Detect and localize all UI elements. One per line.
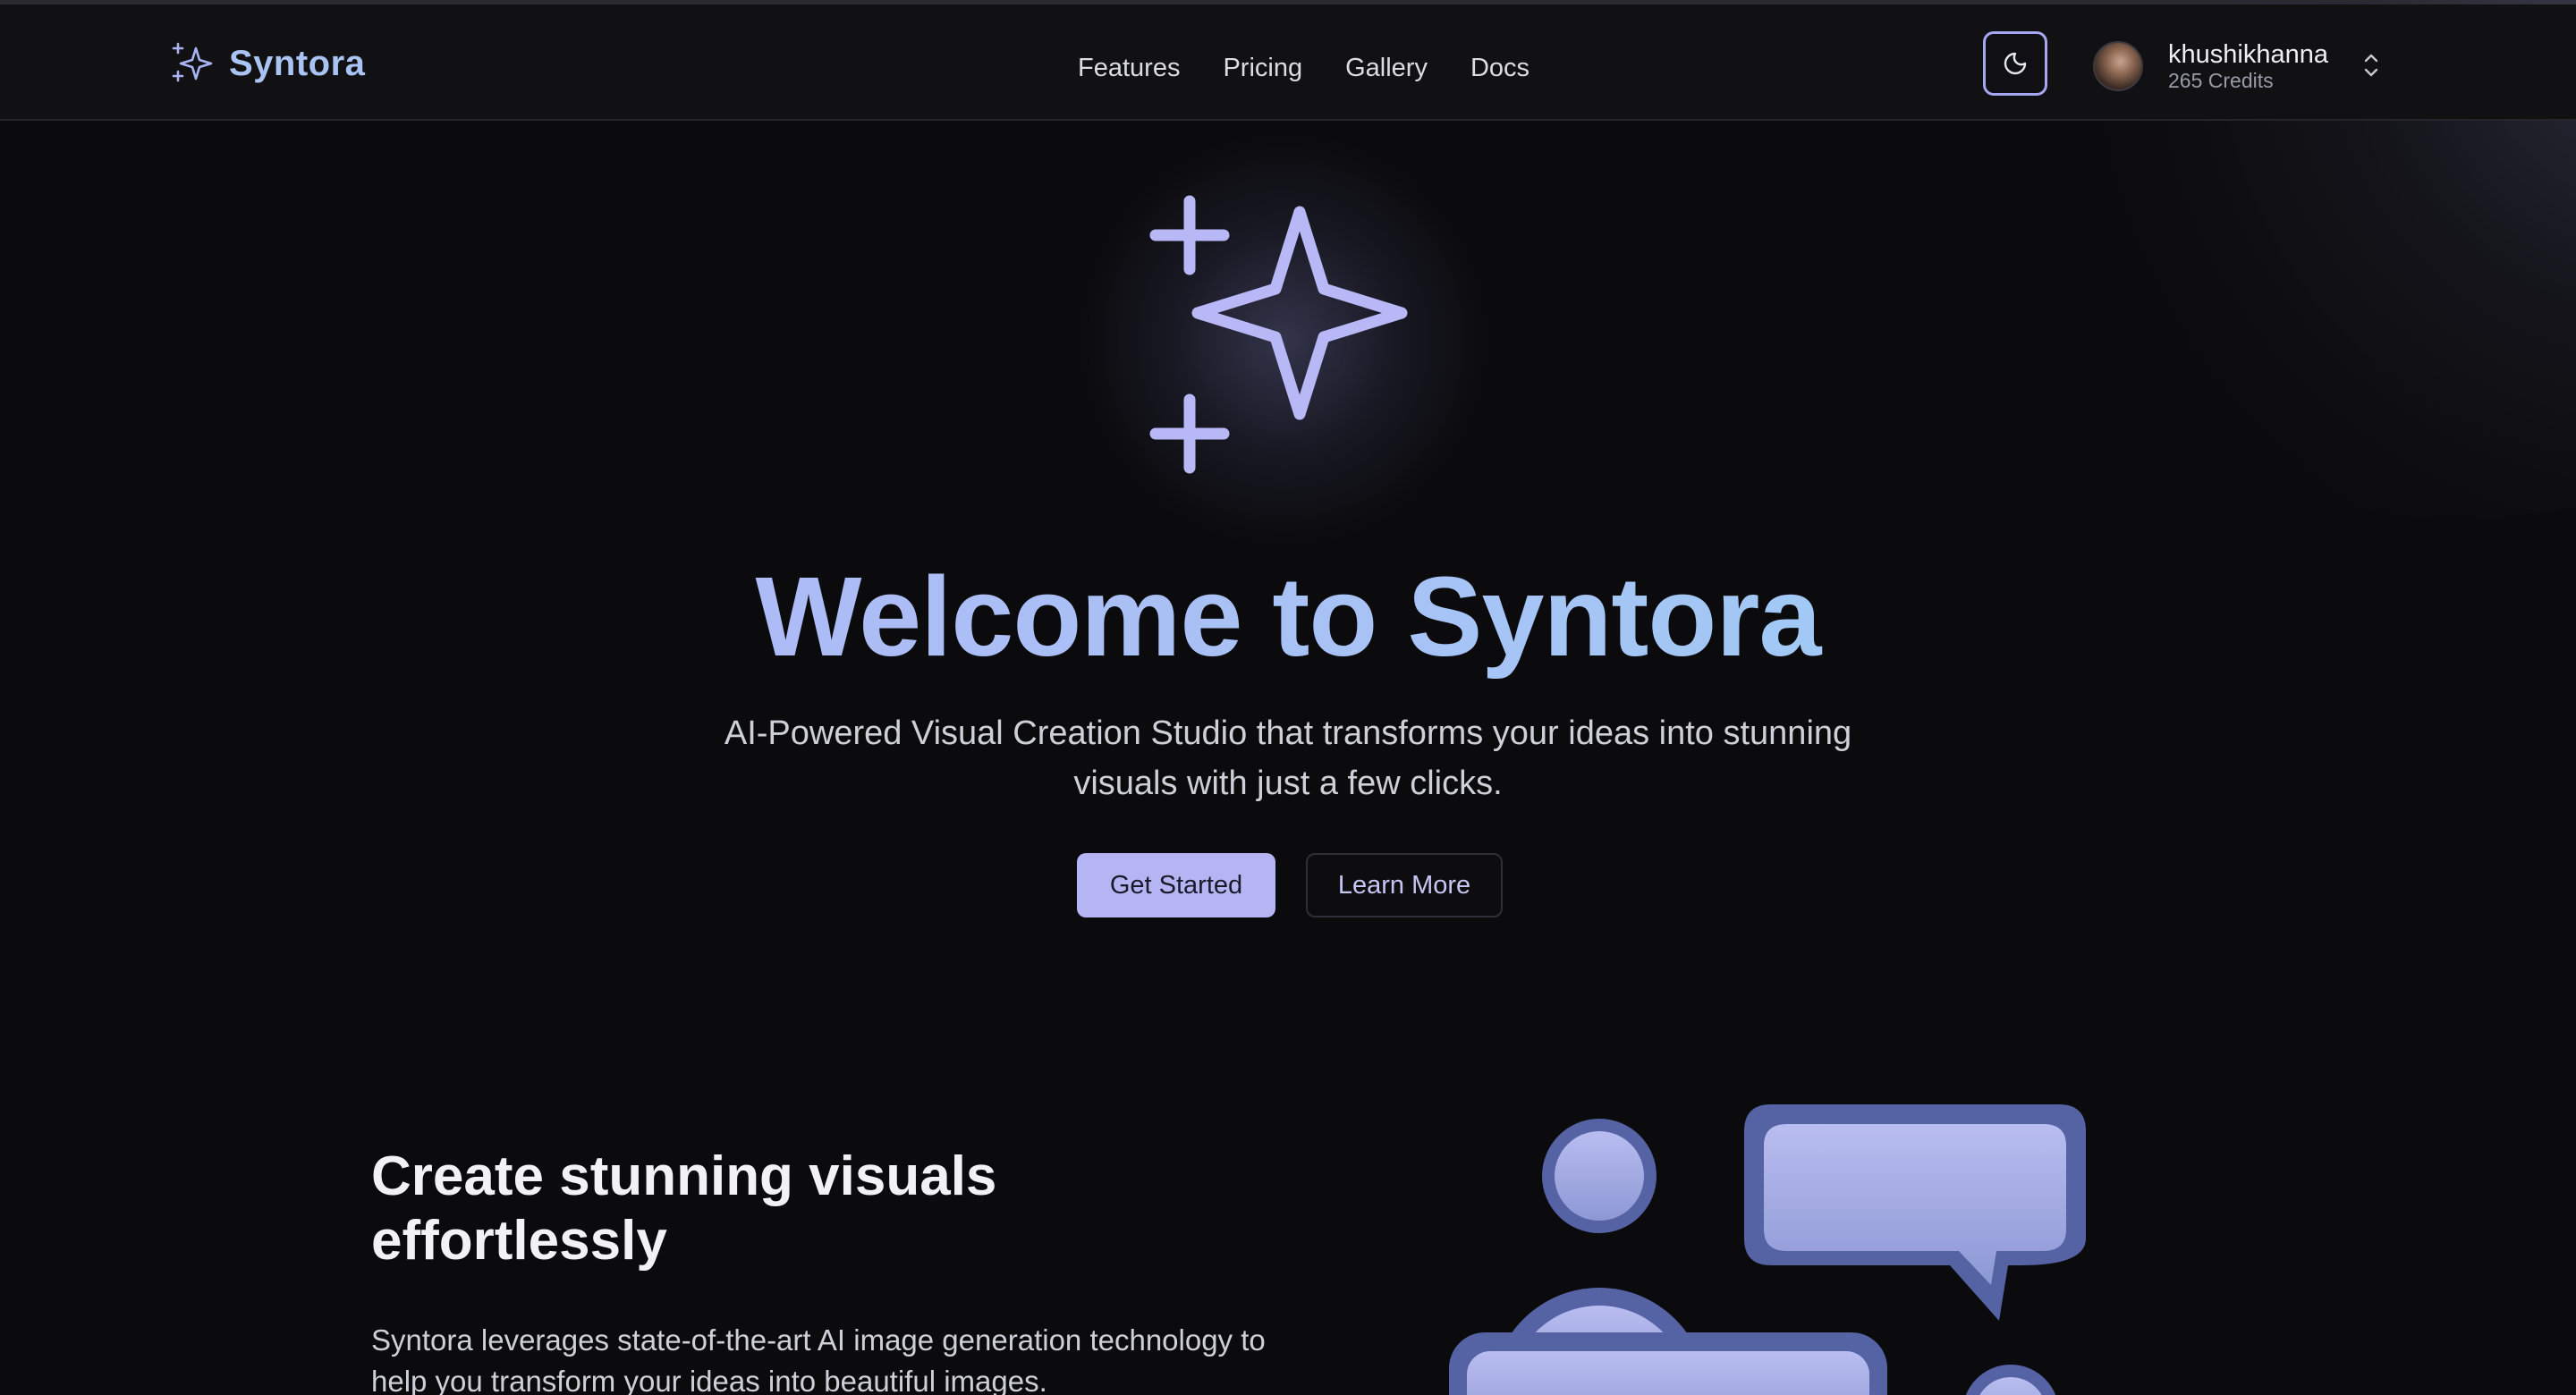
nav-link-features[interactable]: Features (1078, 54, 1180, 83)
user-name: khushikhanna (2168, 40, 2328, 69)
hero-buttons: Get Started Learn More (1077, 853, 1503, 917)
nav-link-gallery[interactable]: Gallery (1345, 54, 1428, 83)
sparkles-icon (1149, 195, 1408, 474)
nav-links: Features Pricing Gallery Docs (1078, 46, 1530, 90)
sparkles-icon (172, 42, 213, 82)
hero-title: Welcome to Syntora (0, 545, 2576, 689)
feature-title: Create stunning visuals effortlessly (371, 1146, 997, 1272)
user-credits: 265 Credits (2168, 69, 2274, 92)
user-menu[interactable]: khushikhanna 265 Credits (2093, 35, 2397, 97)
nav-link-docs[interactable]: Docs (1470, 54, 1530, 83)
feature-description: Syntora leverages state-of-the-art AI im… (371, 1323, 1266, 1395)
navbar: Syntora Features Pricing Gallery Docs kh… (0, 4, 2576, 121)
get-started-button[interactable]: Get Started (1077, 853, 1275, 917)
theme-toggle-button[interactable] (1983, 31, 2047, 96)
avatar (2093, 41, 2143, 91)
moon-icon (2004, 52, 2027, 75)
chevron-up-down-icon (2364, 54, 2378, 77)
nav-link-pricing[interactable]: Pricing (1223, 54, 1302, 83)
chat-users-illustration (1449, 1104, 2086, 1395)
learn-more-button[interactable]: Learn More (1306, 853, 1503, 917)
page: Syntora Features Pricing Gallery Docs kh… (0, 0, 2576, 1395)
brand-logo[interactable]: Syntora (170, 38, 365, 89)
user-info: khushikhanna 265 Credits (2168, 40, 2328, 92)
brand-name: Syntora (229, 43, 366, 83)
hero-subtitle: AI-Powered Visual Creation Studio that t… (724, 714, 1852, 802)
